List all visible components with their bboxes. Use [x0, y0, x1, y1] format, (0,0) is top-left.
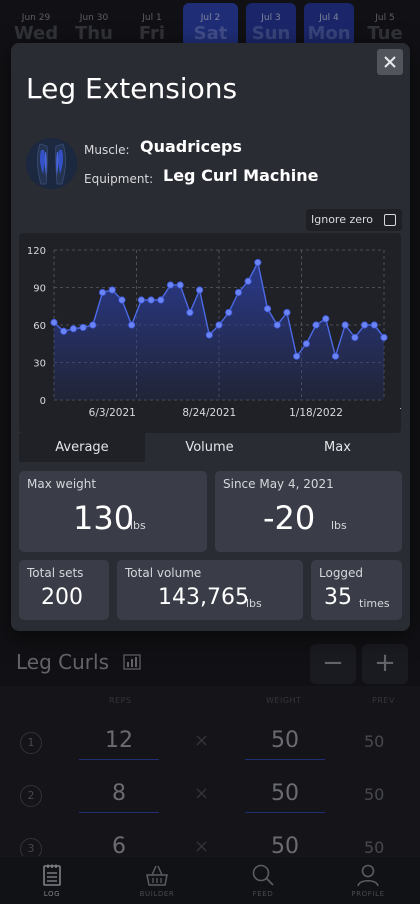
data-point: [283, 308, 291, 317]
data-point: [50, 318, 58, 327]
ignore-zero-checkbox[interactable]: [384, 214, 396, 226]
data-point: [166, 281, 175, 289]
equipment-label: Equipment:: [84, 172, 154, 186]
data-point: [195, 286, 204, 294]
data-point: [351, 333, 359, 342]
ignore-zero-label: Ignore zero: [311, 213, 374, 226]
data-point: [263, 305, 272, 313]
muscle-label: Muscle:: [84, 143, 130, 157]
equipment-value: Leg Curl Machine: [163, 166, 319, 185]
data-point: [79, 323, 87, 332]
close-icon: [384, 56, 396, 68]
data-point: [225, 308, 233, 317]
total-sets-card: Total sets 200: [19, 560, 109, 620]
total-volume-label: Total volume: [125, 566, 202, 580]
max-weight-card: Max weight 130 lbs: [19, 471, 207, 552]
data-point: [331, 352, 340, 360]
logged-value: 35: [324, 585, 352, 610]
x-tick-label: 7/2/2022: [399, 407, 401, 419]
modal-title: Leg Extensions: [26, 72, 238, 105]
data-point: [186, 308, 194, 317]
progress-chart-svg: 0 30 60 90 120 6/3/2021 8/24/2021 1/18/2022 7/2/…: [27, 246, 401, 419]
x-tick-label: 6/3/2021: [89, 407, 136, 419]
total-volume-card: Total volume 143,765 lbs: [117, 560, 303, 620]
y-tick-label: 120: [27, 246, 46, 257]
logged-unit: times: [359, 597, 390, 610]
max-weight-label: Max weight: [27, 477, 97, 491]
y-tick-label: 30: [33, 359, 46, 370]
max-weight-unit: lbs: [130, 519, 146, 532]
data-point: [137, 296, 145, 304]
data-point: [322, 315, 330, 323]
tab-max[interactable]: Max: [274, 433, 401, 462]
data-point: [293, 352, 301, 360]
progress-chart: 0 30 60 90 120 6/3/2021 8/24/2021 1/18/2022 7/2/…: [19, 233, 401, 433]
chart-tabs: Average Volume Max: [19, 433, 401, 462]
data-point: [312, 321, 320, 329]
exercise-stats-modal: Leg Extensions Muscle: Quadriceps Equipm…: [11, 43, 410, 631]
data-point: [147, 296, 155, 304]
data-point: [302, 340, 310, 348]
data-point: [98, 288, 107, 297]
data-point: [128, 321, 136, 329]
total-sets-value: 200: [41, 585, 83, 610]
data-point: [205, 331, 213, 339]
logged-label: Logged: [319, 566, 364, 580]
data-point: [157, 296, 165, 304]
data-point: [60, 327, 68, 335]
data-point: [89, 321, 97, 329]
since-start-label: Since May 4, 2021: [223, 477, 334, 491]
data-point: [341, 321, 349, 329]
close-button[interactable]: [377, 49, 403, 75]
data-point: [234, 288, 243, 297]
data-point: [108, 286, 116, 294]
ignore-zero-toggle[interactable]: Ignore zero: [306, 209, 402, 231]
data-point: [176, 281, 184, 289]
since-start-value: -20: [263, 499, 316, 537]
data-point: [360, 321, 369, 329]
total-volume-value: 143,765: [158, 585, 249, 610]
logged-card: Logged 35 times: [311, 560, 402, 620]
y-tick-label: 90: [33, 284, 46, 295]
data-point: [118, 296, 126, 304]
tab-volume[interactable]: Volume: [145, 433, 274, 462]
data-point: [69, 325, 78, 333]
data-point: [215, 321, 223, 329]
data-point: [380, 333, 388, 342]
since-start-card: Since May 4, 2021 -20 lbs: [215, 471, 402, 552]
series-area: [54, 262, 384, 400]
x-tick-label: 1/18/2022: [289, 407, 343, 419]
tab-average[interactable]: Average: [19, 433, 145, 462]
total-volume-unit: lbs: [246, 597, 262, 610]
data-point: [273, 321, 281, 329]
data-point: [244, 277, 252, 285]
max-weight-value: 130: [73, 499, 135, 537]
data-point: [370, 321, 378, 329]
muscle-image: [26, 138, 77, 189]
y-tick-label: 0: [40, 396, 46, 407]
muscle-value: Quadriceps: [140, 137, 242, 156]
since-start-unit: lbs: [331, 519, 347, 532]
total-sets-label: Total sets: [27, 566, 84, 580]
y-tick-label: 60: [33, 321, 46, 332]
x-tick-label: 8/24/2021: [182, 407, 236, 419]
data-point: [254, 258, 262, 267]
